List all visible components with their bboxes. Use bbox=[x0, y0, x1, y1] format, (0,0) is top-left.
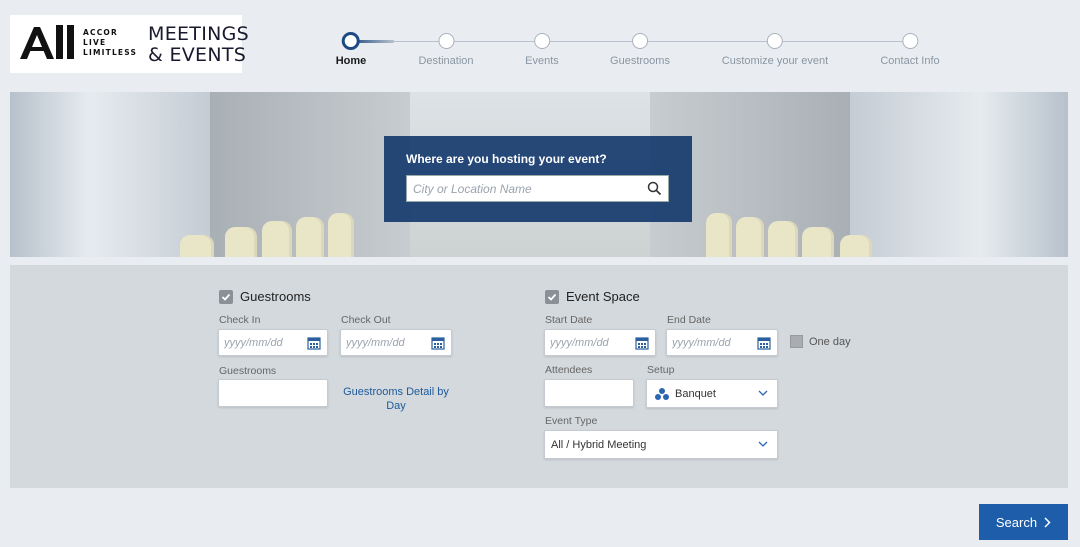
hero-wall-right bbox=[850, 92, 1068, 257]
location-search-panel: Where are you hosting your event? bbox=[384, 136, 692, 222]
check-in-label: Check In bbox=[219, 314, 261, 326]
progress-stepper: Home Destination Events Guestrooms Custo… bbox=[330, 32, 950, 73]
calendar-icon[interactable] bbox=[431, 336, 445, 350]
one-day-label: One day bbox=[809, 335, 851, 348]
start-date-input[interactable] bbox=[545, 330, 625, 355]
location-search-input[interactable] bbox=[407, 176, 637, 201]
chevron-down-icon[interactable] bbox=[758, 389, 768, 397]
end-date-label: End Date bbox=[667, 314, 711, 326]
event-space-checkbox-label: Event Space bbox=[566, 289, 640, 304]
step-label: Home bbox=[335, 55, 367, 67]
check-out-input[interactable] bbox=[341, 330, 421, 355]
hero-wall-left bbox=[10, 92, 210, 257]
end-date-field[interactable] bbox=[666, 329, 778, 356]
check-in-input[interactable] bbox=[219, 330, 299, 355]
event-type-selected-value: All / Hybrid Meeting bbox=[551, 439, 647, 451]
check-out-field[interactable] bbox=[340, 329, 452, 356]
step-dot bbox=[437, 33, 454, 49]
step-dot bbox=[901, 33, 918, 49]
checkbox-box[interactable] bbox=[545, 289, 559, 304]
guestrooms-checkbox-label: Guestrooms bbox=[240, 289, 311, 304]
hero-chair bbox=[225, 227, 257, 257]
step-dot bbox=[533, 33, 550, 49]
hero-chair bbox=[840, 235, 872, 257]
check-in-field[interactable] bbox=[218, 329, 328, 356]
setup-selected-value: Banquet bbox=[675, 388, 716, 400]
hero-chair bbox=[180, 235, 214, 257]
accor-live-limitless-text: ACCOR LIVE LIMITLESS bbox=[83, 28, 138, 57]
step-label: Destination bbox=[418, 55, 474, 67]
step-home[interactable]: Home bbox=[335, 32, 367, 67]
check-out-label: Check Out bbox=[341, 314, 391, 326]
step-events[interactable]: Events bbox=[525, 33, 559, 67]
check-icon bbox=[221, 293, 231, 301]
guestrooms-count-label: Guestrooms bbox=[219, 365, 277, 377]
all-logo-mark-icon bbox=[20, 25, 74, 59]
attendees-field[interactable] bbox=[544, 379, 634, 407]
location-question: Where are you hosting your event? bbox=[406, 152, 607, 166]
guestrooms-detail-link[interactable]: Guestrooms Detail by Day bbox=[340, 385, 452, 413]
calendar-icon[interactable] bbox=[757, 336, 771, 350]
hero-chair bbox=[262, 221, 292, 257]
step-label: Contact Info bbox=[880, 55, 940, 67]
step-destination[interactable]: Destination bbox=[418, 33, 474, 67]
step-label: Guestrooms bbox=[610, 55, 670, 67]
hero-chair bbox=[328, 213, 354, 257]
attendees-label: Attendees bbox=[545, 364, 593, 376]
calendar-icon[interactable] bbox=[635, 336, 649, 350]
location-search-box[interactable] bbox=[406, 175, 669, 202]
banquet-icon bbox=[655, 388, 669, 400]
attendees-input[interactable] bbox=[545, 380, 625, 406]
step-dot bbox=[631, 33, 648, 49]
step-dot bbox=[766, 33, 783, 49]
checkbox-box[interactable] bbox=[790, 335, 803, 348]
hero-chair bbox=[802, 227, 834, 257]
hero-chair bbox=[706, 213, 732, 257]
step-customize-event[interactable]: Customize your event bbox=[722, 33, 828, 67]
chevron-down-icon[interactable] bbox=[758, 440, 768, 448]
event-type-select[interactable]: All / Hybrid Meeting bbox=[544, 430, 778, 459]
step-label: Events bbox=[525, 55, 559, 67]
one-day-checkbox[interactable]: One day bbox=[790, 335, 851, 348]
step-guestrooms[interactable]: Guestrooms bbox=[610, 33, 670, 67]
search-criteria-panel: Guestrooms Check In Check Out Guestrooms… bbox=[10, 265, 1068, 488]
chevron-right-icon bbox=[1044, 516, 1051, 528]
step-contact-info[interactable]: Contact Info bbox=[880, 33, 940, 67]
setup-select[interactable]: Banquet bbox=[646, 379, 778, 408]
end-date-input[interactable] bbox=[667, 330, 747, 355]
step-label: Customize your event bbox=[721, 55, 829, 67]
setup-label: Setup bbox=[647, 364, 675, 376]
checkbox-box[interactable] bbox=[219, 289, 233, 304]
step-dot bbox=[342, 32, 360, 50]
search-button[interactable]: Search bbox=[979, 504, 1068, 540]
brand-logo[interactable]: ACCOR LIVE LIMITLESS MEETINGS & EVENTS bbox=[10, 15, 249, 73]
search-icon[interactable] bbox=[647, 181, 662, 196]
start-date-label: Start Date bbox=[545, 314, 593, 326]
event-space-checkbox[interactable]: Event Space bbox=[545, 289, 640, 304]
hero-chair bbox=[736, 217, 764, 257]
guestrooms-count-input[interactable] bbox=[219, 380, 319, 406]
hero-chair bbox=[768, 221, 798, 257]
start-date-field[interactable] bbox=[544, 329, 656, 356]
guestrooms-checkbox[interactable]: Guestrooms bbox=[219, 289, 311, 304]
event-type-label: Event Type bbox=[545, 415, 598, 427]
calendar-icon[interactable] bbox=[307, 336, 321, 350]
hero-chair bbox=[296, 217, 324, 257]
search-button-label: Search bbox=[995, 514, 1038, 530]
meetings-events-title: MEETINGS & EVENTS bbox=[148, 23, 250, 66]
check-icon bbox=[547, 293, 557, 301]
guestrooms-count-field[interactable] bbox=[218, 379, 328, 407]
